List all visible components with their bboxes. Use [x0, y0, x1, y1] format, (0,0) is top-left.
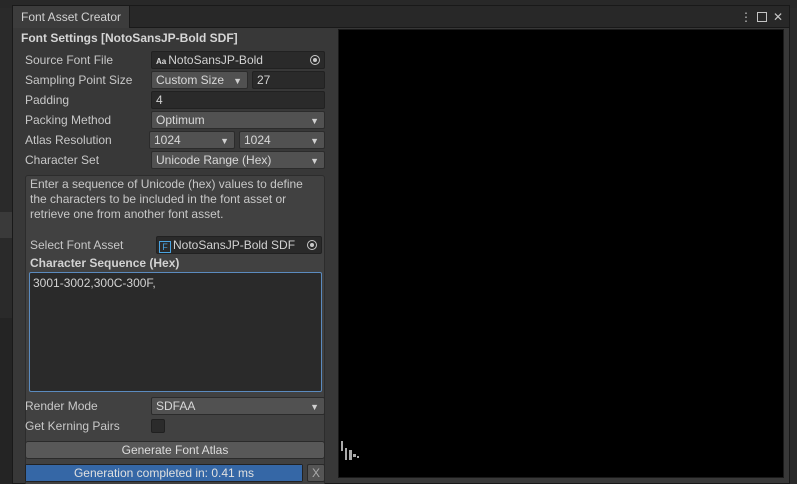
kerning-row: Get Kerning Pairs — [25, 417, 325, 435]
character-set-row: Character Set Unicode Range (Hex) ▼ — [25, 151, 325, 169]
atlas-height-value: 1024 — [244, 133, 271, 147]
chevron-down-icon: ▼ — [310, 156, 319, 166]
atlas-glyph — [349, 450, 352, 460]
editor-right-edge — [790, 8, 797, 484]
padding-label: Padding — [25, 93, 70, 107]
render-mode-label: Render Mode — [25, 399, 98, 413]
atlas-width-value: 1024 — [154, 133, 181, 147]
chevron-down-icon: ▼ — [233, 76, 242, 86]
atlas-glyph — [357, 456, 359, 458]
source-font-file-row: Source Font File Aa NotoSansJP-Bold — [25, 51, 325, 69]
kerning-checkbox[interactable] — [151, 419, 165, 433]
chevron-down-icon: ▼ — [220, 136, 229, 146]
unicode-range-box: Enter a sequence of Unicode (hex) values… — [25, 175, 325, 484]
chevron-down-icon: ▼ — [310, 116, 319, 126]
source-font-file-value: NotoSansJP-Bold — [168, 53, 263, 67]
atlas-resolution-label: Atlas Resolution — [25, 133, 112, 147]
window-controls: ⋮ ✕ — [739, 9, 785, 25]
padding-row: Padding 4 — [25, 91, 325, 109]
editor-left-edge-lower — [0, 318, 12, 484]
select-font-asset-label: Select Font Asset — [30, 238, 124, 252]
sampling-mode-value: Custom Size — [156, 73, 225, 87]
packing-method-label: Packing Method — [25, 113, 112, 127]
more-options-icon[interactable]: ⋮ — [739, 9, 753, 25]
atlas-width-dropdown[interactable]: 1024 ▼ — [149, 131, 235, 149]
source-font-file-field[interactable]: Aa NotoSansJP-Bold — [151, 51, 325, 69]
render-mode-value: SDFAA — [156, 399, 196, 413]
atlas-glyph — [353, 454, 356, 457]
kerning-label: Get Kerning Pairs — [25, 419, 120, 433]
packing-method-dropdown[interactable]: Optimum ▼ — [151, 111, 325, 129]
generation-progress-bar: Generation completed in: 0.41 ms — [25, 464, 303, 482]
title-bar: Font Asset Creator ⋮ ✕ — [13, 6, 789, 28]
editor-left-edge-tab — [0, 212, 12, 238]
window-tab[interactable]: Font Asset Creator — [13, 6, 131, 28]
object-picker-icon[interactable] — [307, 240, 317, 250]
source-font-file-label: Source Font File — [25, 53, 114, 67]
generate-font-atlas-button[interactable]: Generate Font Atlas — [25, 441, 325, 459]
object-picker-icon[interactable] — [310, 55, 320, 65]
character-set-dropdown[interactable]: Unicode Range (Hex) ▼ — [151, 151, 325, 169]
character-sequence-textarea[interactable]: 3001-3002,300C-300F, — [29, 272, 322, 392]
atlas-height-dropdown[interactable]: 1024 ▼ — [239, 131, 325, 149]
padding-input[interactable]: 4 — [151, 91, 325, 109]
atlas-resolution-row: Atlas Resolution 1024 ▼ 1024 ▼ — [25, 131, 325, 149]
sampling-point-size-row: Sampling Point Size Custom Size ▼ 27 — [25, 71, 325, 89]
select-font-asset-field[interactable]: F NotoSansJP-Bold SDF — [156, 236, 322, 254]
packing-method-value: Optimum — [156, 113, 205, 127]
character-set-label: Character Set — [25, 153, 100, 167]
character-set-value: Unicode Range (Hex) — [156, 153, 272, 167]
font-file-icon: Aa — [156, 57, 167, 66]
atlas-glyph — [345, 448, 347, 460]
atlas-preview — [338, 29, 784, 478]
font-asset-icon: F — [159, 241, 171, 253]
character-sequence-title: Character Sequence (Hex) — [30, 256, 180, 270]
render-mode-row: Render Mode SDFAA ▼ — [25, 397, 325, 415]
close-icon[interactable]: ✕ — [771, 9, 785, 25]
maximize-icon[interactable] — [757, 12, 767, 22]
settings-header: Font Settings [NotoSansJP-Bold SDF] — [21, 31, 238, 45]
select-font-asset-row: Select Font Asset F NotoSansJP-Bold SDF — [30, 236, 322, 254]
select-font-asset-value: NotoSansJP-Bold SDF — [173, 238, 296, 252]
sampling-point-size-label: Sampling Point Size — [25, 73, 133, 87]
font-asset-creator-window: Font Asset Creator ⋮ ✕ Font Settings [No… — [12, 5, 790, 484]
sampling-mode-dropdown[interactable]: Custom Size ▼ — [151, 71, 248, 89]
render-mode-dropdown[interactable]: SDFAA ▼ — [151, 397, 325, 415]
sampling-point-size-input[interactable]: 27 — [252, 71, 325, 89]
help-text: Enter a sequence of Unicode (hex) values… — [30, 177, 303, 221]
packing-method-row: Packing Method Optimum ▼ — [25, 111, 325, 129]
progress-text: Generation completed in: 0.41 ms — [73, 466, 255, 480]
atlas-glyph — [341, 441, 343, 451]
chevron-down-icon: ▼ — [310, 136, 319, 146]
clear-progress-button[interactable]: X — [307, 464, 325, 482]
chevron-down-icon: ▼ — [310, 402, 319, 412]
settings-panel: Font Settings [NotoSansJP-Bold SDF] Sour… — [13, 29, 337, 484]
